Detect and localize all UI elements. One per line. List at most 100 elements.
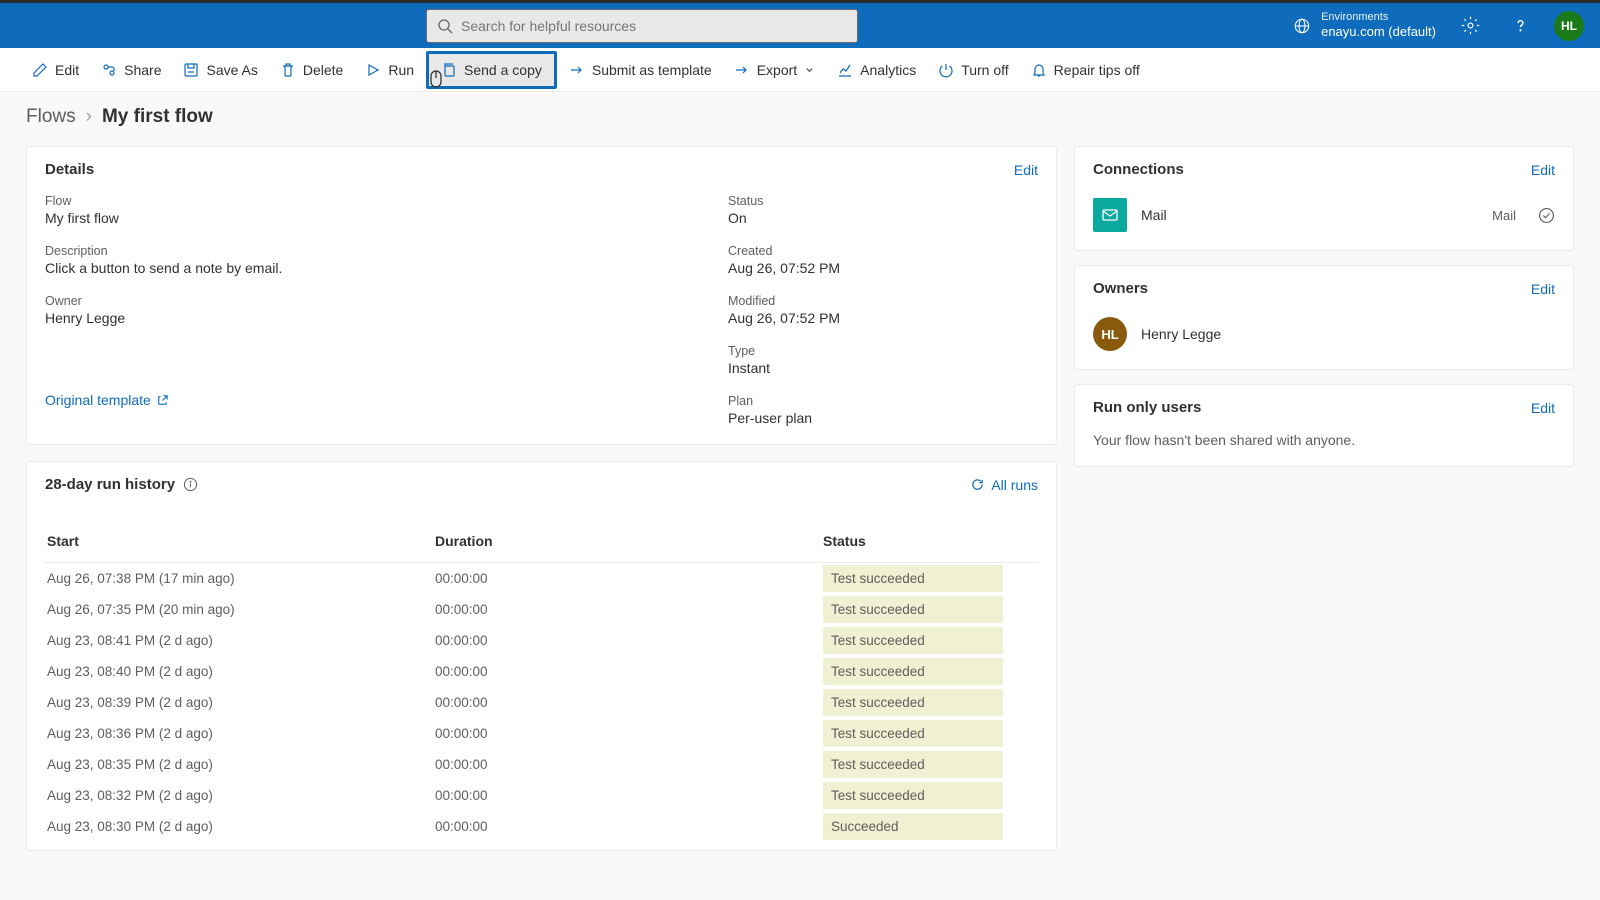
delete-button[interactable]: Delete xyxy=(270,56,353,84)
share-button[interactable]: Share xyxy=(91,56,171,84)
table-row[interactable]: Aug 23, 08:40 PM (2 d ago)00:00:00Test s… xyxy=(45,656,1038,687)
chevron-down-icon xyxy=(804,64,815,75)
send-copy-button[interactable]: Send a copy xyxy=(426,51,557,89)
run-duration: 00:00:00 xyxy=(435,602,823,617)
details-title: Details xyxy=(45,161,94,178)
save-icon xyxy=(183,62,199,78)
trash-icon xyxy=(280,62,296,78)
search-input[interactable] xyxy=(461,18,847,34)
power-icon xyxy=(938,62,954,78)
runonly-text: Your flow hasn't been shared with anyone… xyxy=(1075,426,1573,466)
table-row[interactable]: Aug 23, 08:36 PM (2 d ago)00:00:00Test s… xyxy=(45,718,1038,749)
settings-button[interactable] xyxy=(1454,10,1486,42)
owners-edit-link[interactable]: Edit xyxy=(1531,281,1555,297)
flow-value: My first flow xyxy=(45,210,688,226)
created-value: Aug 26, 07:52 PM xyxy=(728,260,1038,276)
run-start: Aug 23, 08:39 PM (2 d ago) xyxy=(45,695,435,710)
analytics-button[interactable]: Analytics xyxy=(827,56,926,84)
col-duration[interactable]: Duration xyxy=(435,533,823,549)
bell-icon xyxy=(1031,62,1047,78)
run-status: Test succeeded xyxy=(823,565,1003,592)
desc-label: Description xyxy=(45,244,688,258)
share-icon xyxy=(101,62,117,78)
col-start[interactable]: Start xyxy=(45,533,435,549)
run-duration: 00:00:00 xyxy=(435,757,823,772)
environment-name: enayu.com (default) xyxy=(1321,24,1436,40)
run-button[interactable]: Run xyxy=(355,56,424,84)
repair-button[interactable]: Repair tips off xyxy=(1021,56,1150,84)
play-icon xyxy=(365,62,381,78)
submit-icon xyxy=(569,62,585,78)
help-icon xyxy=(1511,16,1530,35)
connections-card: ConnectionsEdit Mail Mail xyxy=(1074,146,1574,251)
export-button[interactable]: Export xyxy=(724,56,825,84)
run-duration: 00:00:00 xyxy=(435,571,823,586)
user-avatar[interactable]: HL xyxy=(1554,11,1584,41)
original-template-link[interactable]: Original template xyxy=(45,392,688,408)
history-card: 28-day run history All runs Start Durati… xyxy=(26,461,1057,851)
run-status: Test succeeded xyxy=(823,720,1003,747)
modified-value: Aug 26, 07:52 PM xyxy=(728,310,1038,326)
run-duration: 00:00:00 xyxy=(435,664,823,679)
table-row[interactable]: Aug 23, 08:30 PM (2 d ago)00:00:00Succee… xyxy=(45,811,1038,842)
table-row[interactable]: Aug 23, 08:32 PM (2 d ago)00:00:00Test s… xyxy=(45,780,1038,811)
details-edit-link[interactable]: Edit xyxy=(1014,162,1038,178)
run-status: Test succeeded xyxy=(823,627,1003,654)
run-start: Aug 23, 08:40 PM (2 d ago) xyxy=(45,664,435,679)
turnoff-button[interactable]: Turn off xyxy=(928,56,1018,84)
connection-type: Mail xyxy=(1492,208,1516,223)
owner-avatar: HL xyxy=(1093,317,1127,351)
table-row[interactable]: Aug 26, 07:38 PM (17 min ago)00:00:00Tes… xyxy=(45,563,1038,594)
status-value: On xyxy=(728,210,1038,226)
table-row[interactable]: Aug 23, 08:39 PM (2 d ago)00:00:00Test s… xyxy=(45,687,1038,718)
check-circle-icon xyxy=(1538,207,1555,224)
environment-picker[interactable]: Environments enayu.com (default) xyxy=(1293,11,1436,40)
submit-template-button[interactable]: Submit as template xyxy=(559,56,722,84)
run-start: Aug 23, 08:32 PM (2 d ago) xyxy=(45,788,435,803)
owner-value: Henry Legge xyxy=(45,310,688,326)
plan-value: Per-user plan xyxy=(728,410,1038,426)
refresh-icon xyxy=(970,477,985,492)
mail-icon xyxy=(1093,198,1127,232)
owner-label: Owner xyxy=(45,294,688,308)
breadcrumb-root[interactable]: Flows xyxy=(26,106,76,128)
run-status: Test succeeded xyxy=(823,689,1003,716)
export-icon xyxy=(734,62,750,78)
col-status[interactable]: Status xyxy=(823,533,1038,549)
run-status: Test succeeded xyxy=(823,782,1003,809)
runonly-card: Run only users Edit Your flow hasn't been… xyxy=(1074,384,1574,467)
run-status: Test succeeded xyxy=(823,658,1003,685)
run-status: Test succeeded xyxy=(823,596,1003,623)
run-start: Aug 23, 08:36 PM (2 d ago) xyxy=(45,726,435,741)
created-label: Created xyxy=(728,244,1038,258)
owner-name: Henry Legge xyxy=(1141,326,1221,342)
desc-value: Click a button to send a note by email. xyxy=(45,260,688,276)
chart-icon xyxy=(837,62,853,78)
all-runs-link[interactable]: All runs xyxy=(970,477,1038,493)
connection-item[interactable]: Mail Mail xyxy=(1075,188,1573,250)
runonly-edit-link[interactable]: Edit xyxy=(1531,400,1555,416)
table-row[interactable]: Aug 23, 08:41 PM (2 d ago)00:00:00Test s… xyxy=(45,625,1038,656)
help-button[interactable] xyxy=(1504,10,1536,42)
environment-label: Environments xyxy=(1321,11,1436,24)
flow-label: Flow xyxy=(45,194,688,208)
info-icon[interactable] xyxy=(183,477,198,492)
runonly-title: Run only users xyxy=(1093,399,1201,416)
edit-button[interactable]: Edit xyxy=(22,56,89,84)
breadcrumb-current: My first flow xyxy=(102,106,213,128)
search-box[interactable] xyxy=(426,9,858,43)
table-row[interactable]: Aug 23, 08:35 PM (2 d ago)00:00:00Test s… xyxy=(45,749,1038,780)
owners-card: OwnersEdit HL Henry Legge xyxy=(1074,265,1574,370)
table-row[interactable]: Aug 26, 07:35 PM (20 min ago)00:00:00Tes… xyxy=(45,594,1038,625)
pencil-icon xyxy=(32,62,48,78)
history-title: 28-day run history xyxy=(45,476,175,493)
run-duration: 00:00:00 xyxy=(435,695,823,710)
gear-icon xyxy=(1461,16,1480,35)
connections-edit-link[interactable]: Edit xyxy=(1531,162,1555,178)
saveas-button[interactable]: Save As xyxy=(173,56,267,84)
app-topbar: Environments enayu.com (default) HL xyxy=(0,0,1600,48)
run-duration: 00:00:00 xyxy=(435,819,823,834)
owner-item[interactable]: HL Henry Legge xyxy=(1075,307,1573,369)
modified-label: Modified xyxy=(728,294,1038,308)
breadcrumb: Flows › My first flow xyxy=(0,92,1600,136)
